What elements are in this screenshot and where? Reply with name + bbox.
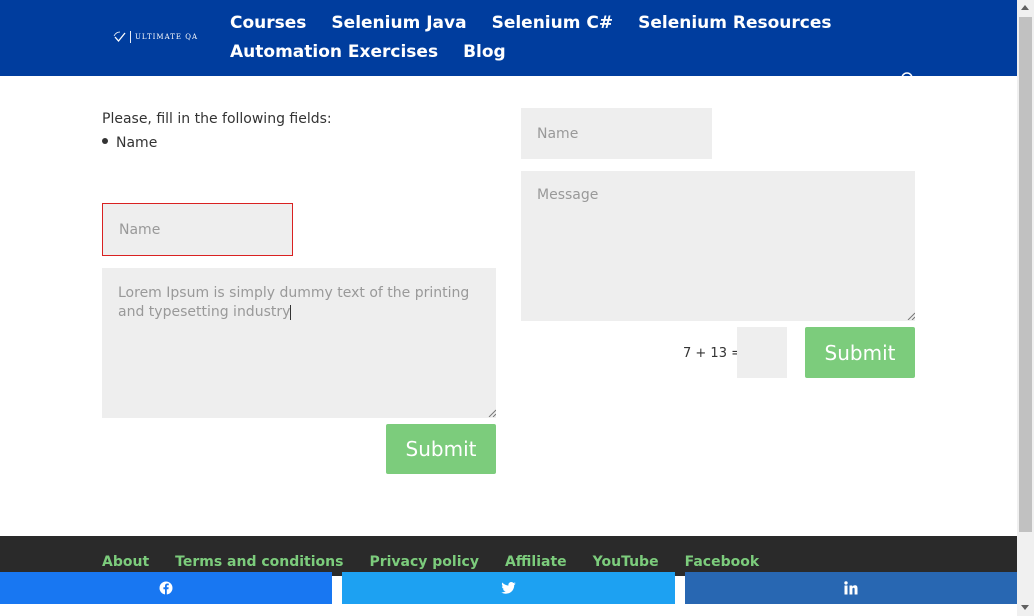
text-cursor [290,304,292,320]
resize-grip-icon[interactable] [907,312,915,320]
left-message-textarea[interactable]: Lorem Ipsum is simply dummy text of the … [102,268,496,418]
captcha-question: 7 + 13 = [683,346,742,361]
left-message-value: Lorem Ipsum is simply dummy text of the … [118,285,470,320]
twitter-icon [501,582,516,594]
share-facebook-button[interactable] [0,572,332,604]
right-name-placeholder: Name [537,125,579,142]
share-bar-spacer [0,604,1017,616]
nav-selenium-java[interactable]: Selenium Java [331,13,466,33]
linkedin-icon [844,581,858,595]
main-nav: Courses Selenium Java Selenium C# Seleni… [230,8,832,66]
vertical-scrollbar[interactable] [1017,0,1034,616]
nav-selenium-resources[interactable]: Selenium Resources [638,13,831,33]
footer-link-terms[interactable]: Terms and conditions [175,554,343,570]
right-message-textarea[interactable]: Message [521,171,915,321]
footer-link-about[interactable]: About [102,554,149,570]
scroll-down-icon[interactable] [1021,605,1029,610]
nav-selenium-csharp[interactable]: Selenium C# [492,13,614,33]
logo-check-icon [113,31,126,43]
left-name-placeholder: Name [119,221,161,238]
site-logo[interactable]: ULTIMATE QA [113,30,198,44]
right-name-input[interactable]: Name [521,108,712,159]
search-icon[interactable] [900,71,914,76]
missing-fields-list: Name [102,135,157,151]
footer-link-affiliate[interactable]: Affiliate [505,554,567,570]
site-footer: About Terms and conditions Privacy polic… [0,536,1017,576]
nav-automation-exercises[interactable]: Automation Exercises [230,42,438,62]
nav-row-2: Automation Exercises Blog [230,37,790,66]
nav-courses[interactable]: Courses [230,13,306,33]
share-linkedin-button[interactable] [685,572,1017,604]
site-header: ULTIMATE QA Courses Selenium Java Seleni… [0,0,1017,76]
right-message-placeholder: Message [537,187,599,203]
page: ULTIMATE QA Courses Selenium Java Seleni… [0,0,1034,616]
footer-link-privacy[interactable]: Privacy policy [369,554,479,570]
captcha-input[interactable] [737,327,787,378]
right-submit-button[interactable]: Submit [805,327,915,378]
footer-link-youtube[interactable]: YouTube [593,554,659,570]
missing-field-item: Name [116,135,158,151]
logo-text: ULTIMATE QA [135,33,199,41]
scroll-up-icon[interactable] [1021,5,1029,10]
nav-blog[interactable]: Blog [463,42,506,62]
footer-links: About Terms and conditions Privacy polic… [102,554,785,570]
facebook-icon [159,581,173,595]
scrollbar-thumb[interactable] [1019,17,1032,532]
nav-row-1: Courses Selenium Java Selenium C# Seleni… [230,8,832,37]
share-twitter-button[interactable] [342,572,675,604]
left-submit-button[interactable]: Submit [386,424,496,474]
left-name-input[interactable]: Name [102,203,293,256]
intro-text: Please, fill in the following fields: [102,111,332,127]
bullet-icon [102,138,108,144]
resize-grip-icon[interactable] [488,409,496,417]
logo-divider [130,31,131,43]
footer-link-facebook[interactable]: Facebook [685,554,760,570]
